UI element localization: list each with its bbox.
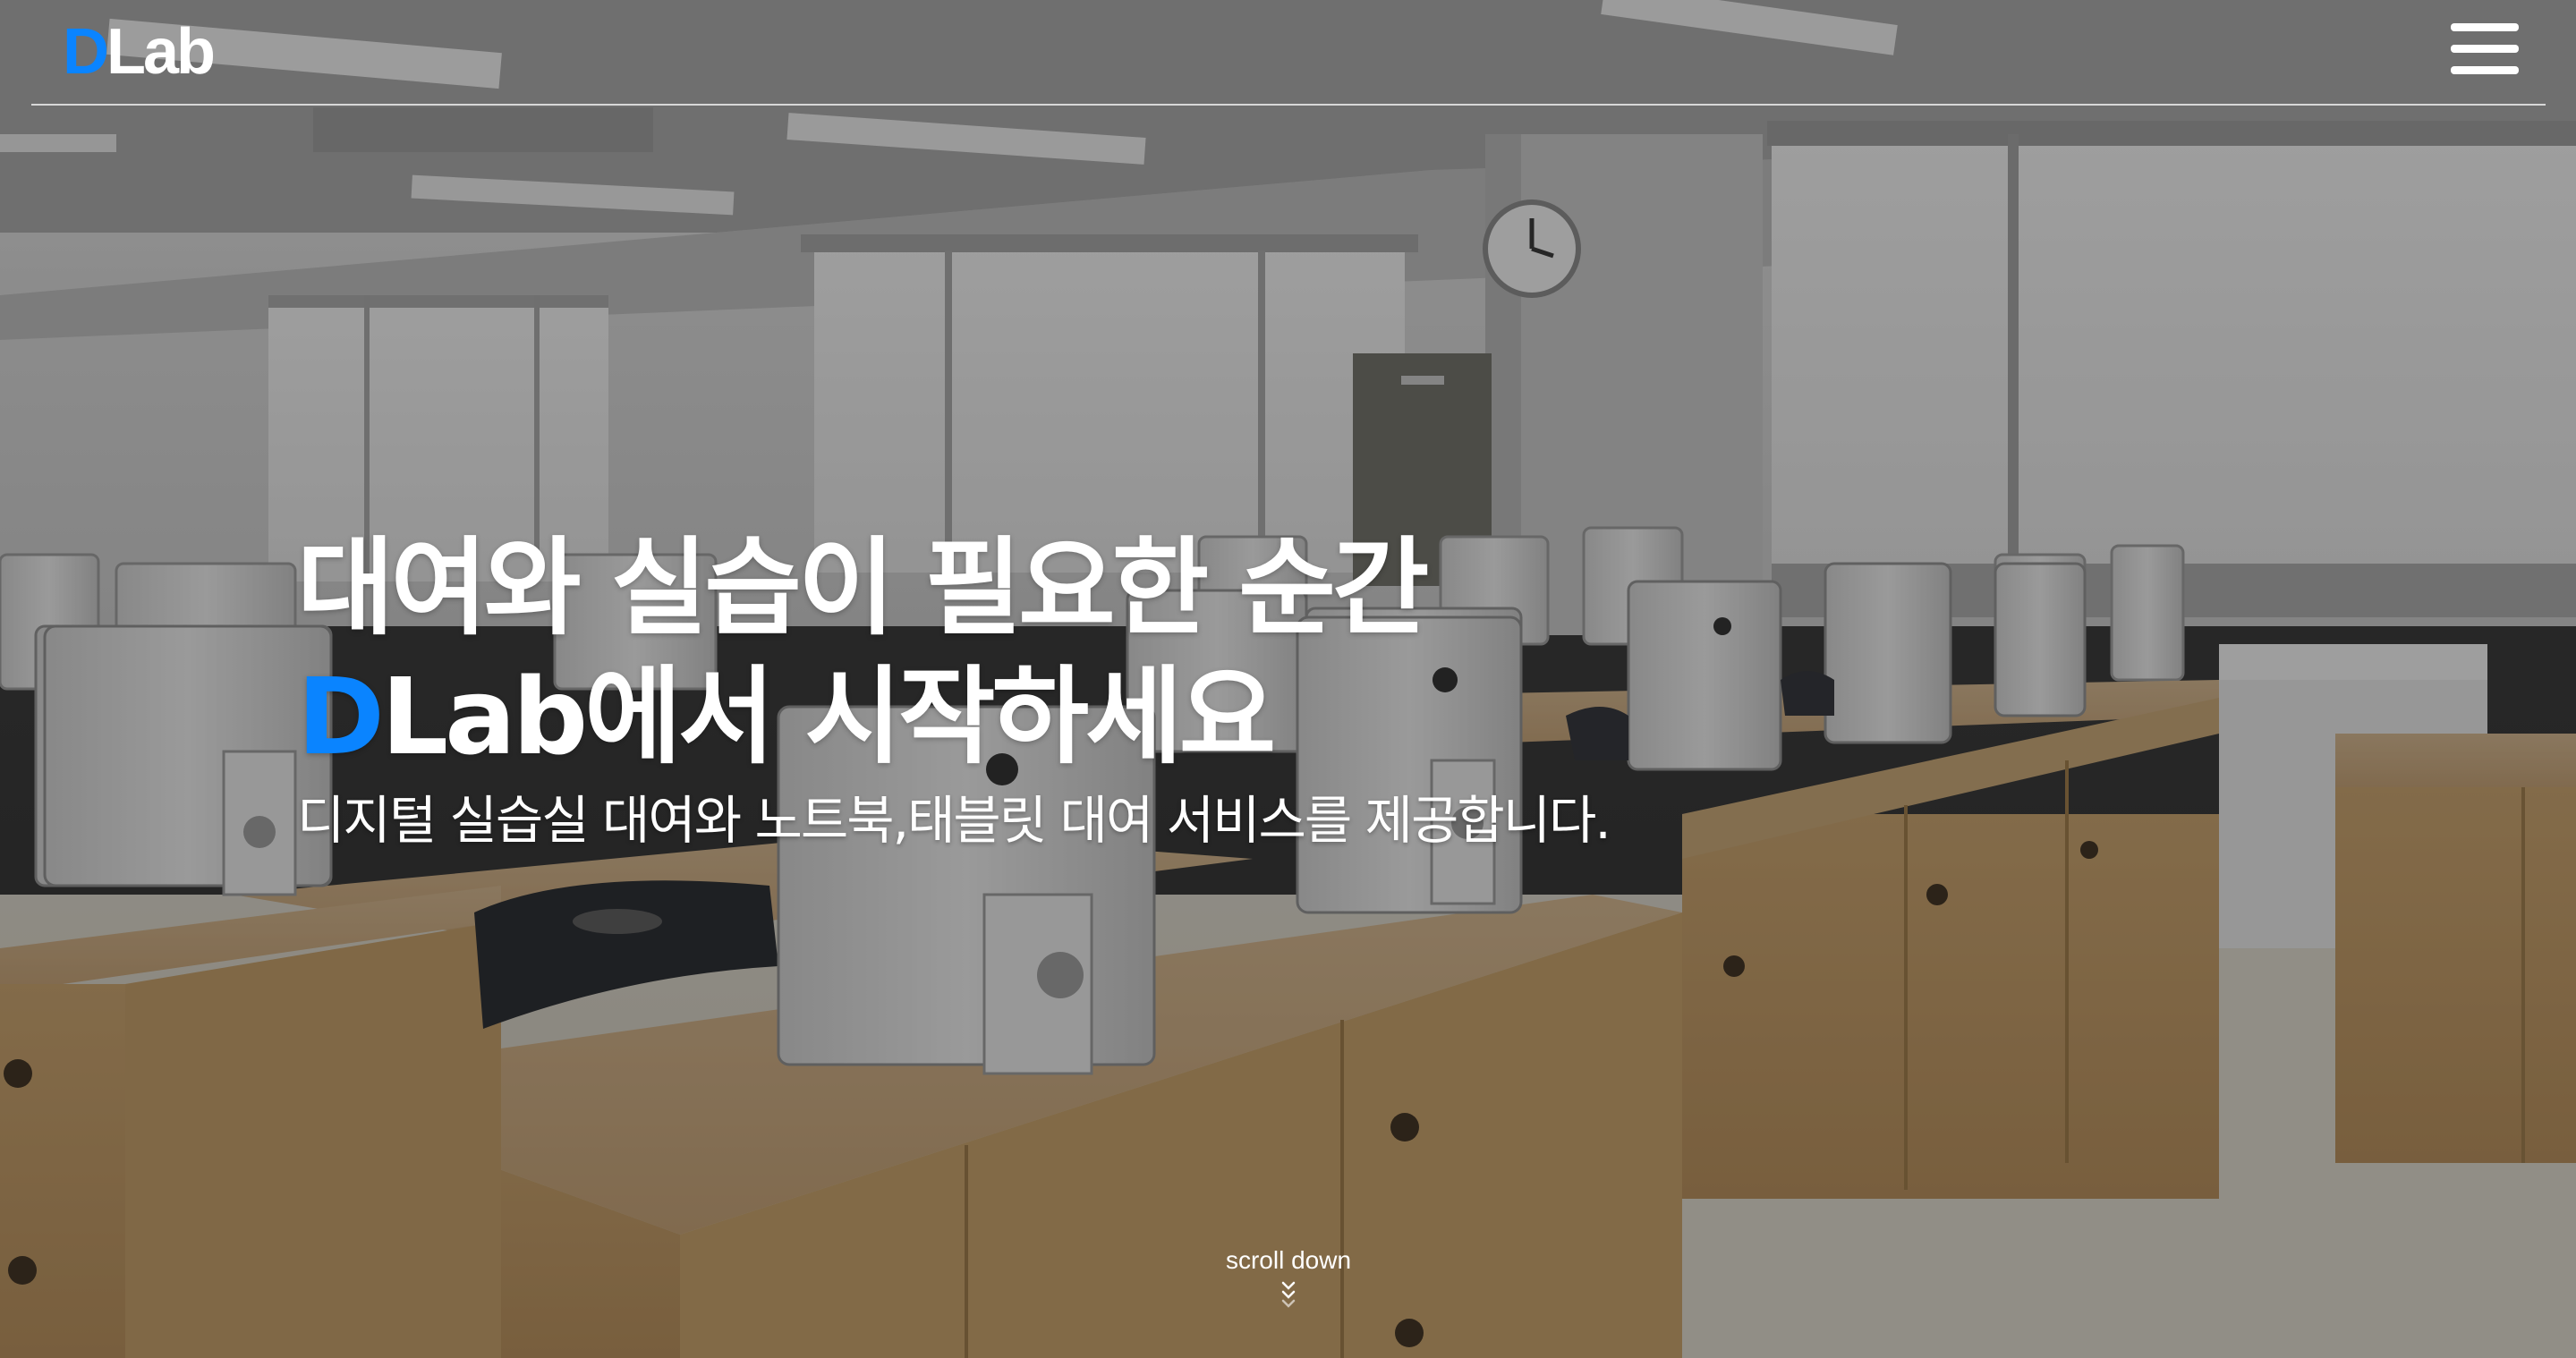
scroll-down-label: scroll down — [1225, 1246, 1352, 1274]
hamburger-menu-icon[interactable] — [2451, 20, 2519, 77]
hero-headline-line1: 대여와 실습이 필요한 순간 — [297, 526, 1429, 649]
double-chevron-down-icon — [1281, 1281, 1296, 1308]
menu-bar-top — [2451, 23, 2519, 31]
scroll-down-button[interactable]: scroll down — [1199, 1245, 1378, 1310]
dlab-logo[interactable]: DLab — [63, 16, 216, 88]
site-header: DLab — [31, 0, 2546, 106]
headline-accent-letter: D — [297, 655, 385, 778]
logo-accent-letter: D — [63, 16, 109, 88]
hero-section: DLab 대여와 실습이 필요한 순간 DLab에서 시작하세요 디지털 실습실… — [0, 0, 2576, 1358]
menu-bar-middle — [2451, 45, 2519, 53]
hero-headline-line2: DLab에서 시작하세요 — [297, 652, 1610, 781]
menu-bar-bottom — [2451, 66, 2519, 74]
hero-subtitle: 디지털 실습실 대여와 노트북,태블릿 대여 서비스를 제공합니다. — [297, 790, 1611, 851]
hero-copy: 대여와 실습이 필요한 순간 DLab에서 시작하세요 디지털 실습실 대여와 … — [297, 523, 1611, 856]
headline-line2-text: Lab에서 시작하세요 — [380, 655, 1276, 778]
logo-text: Lab — [106, 16, 216, 88]
